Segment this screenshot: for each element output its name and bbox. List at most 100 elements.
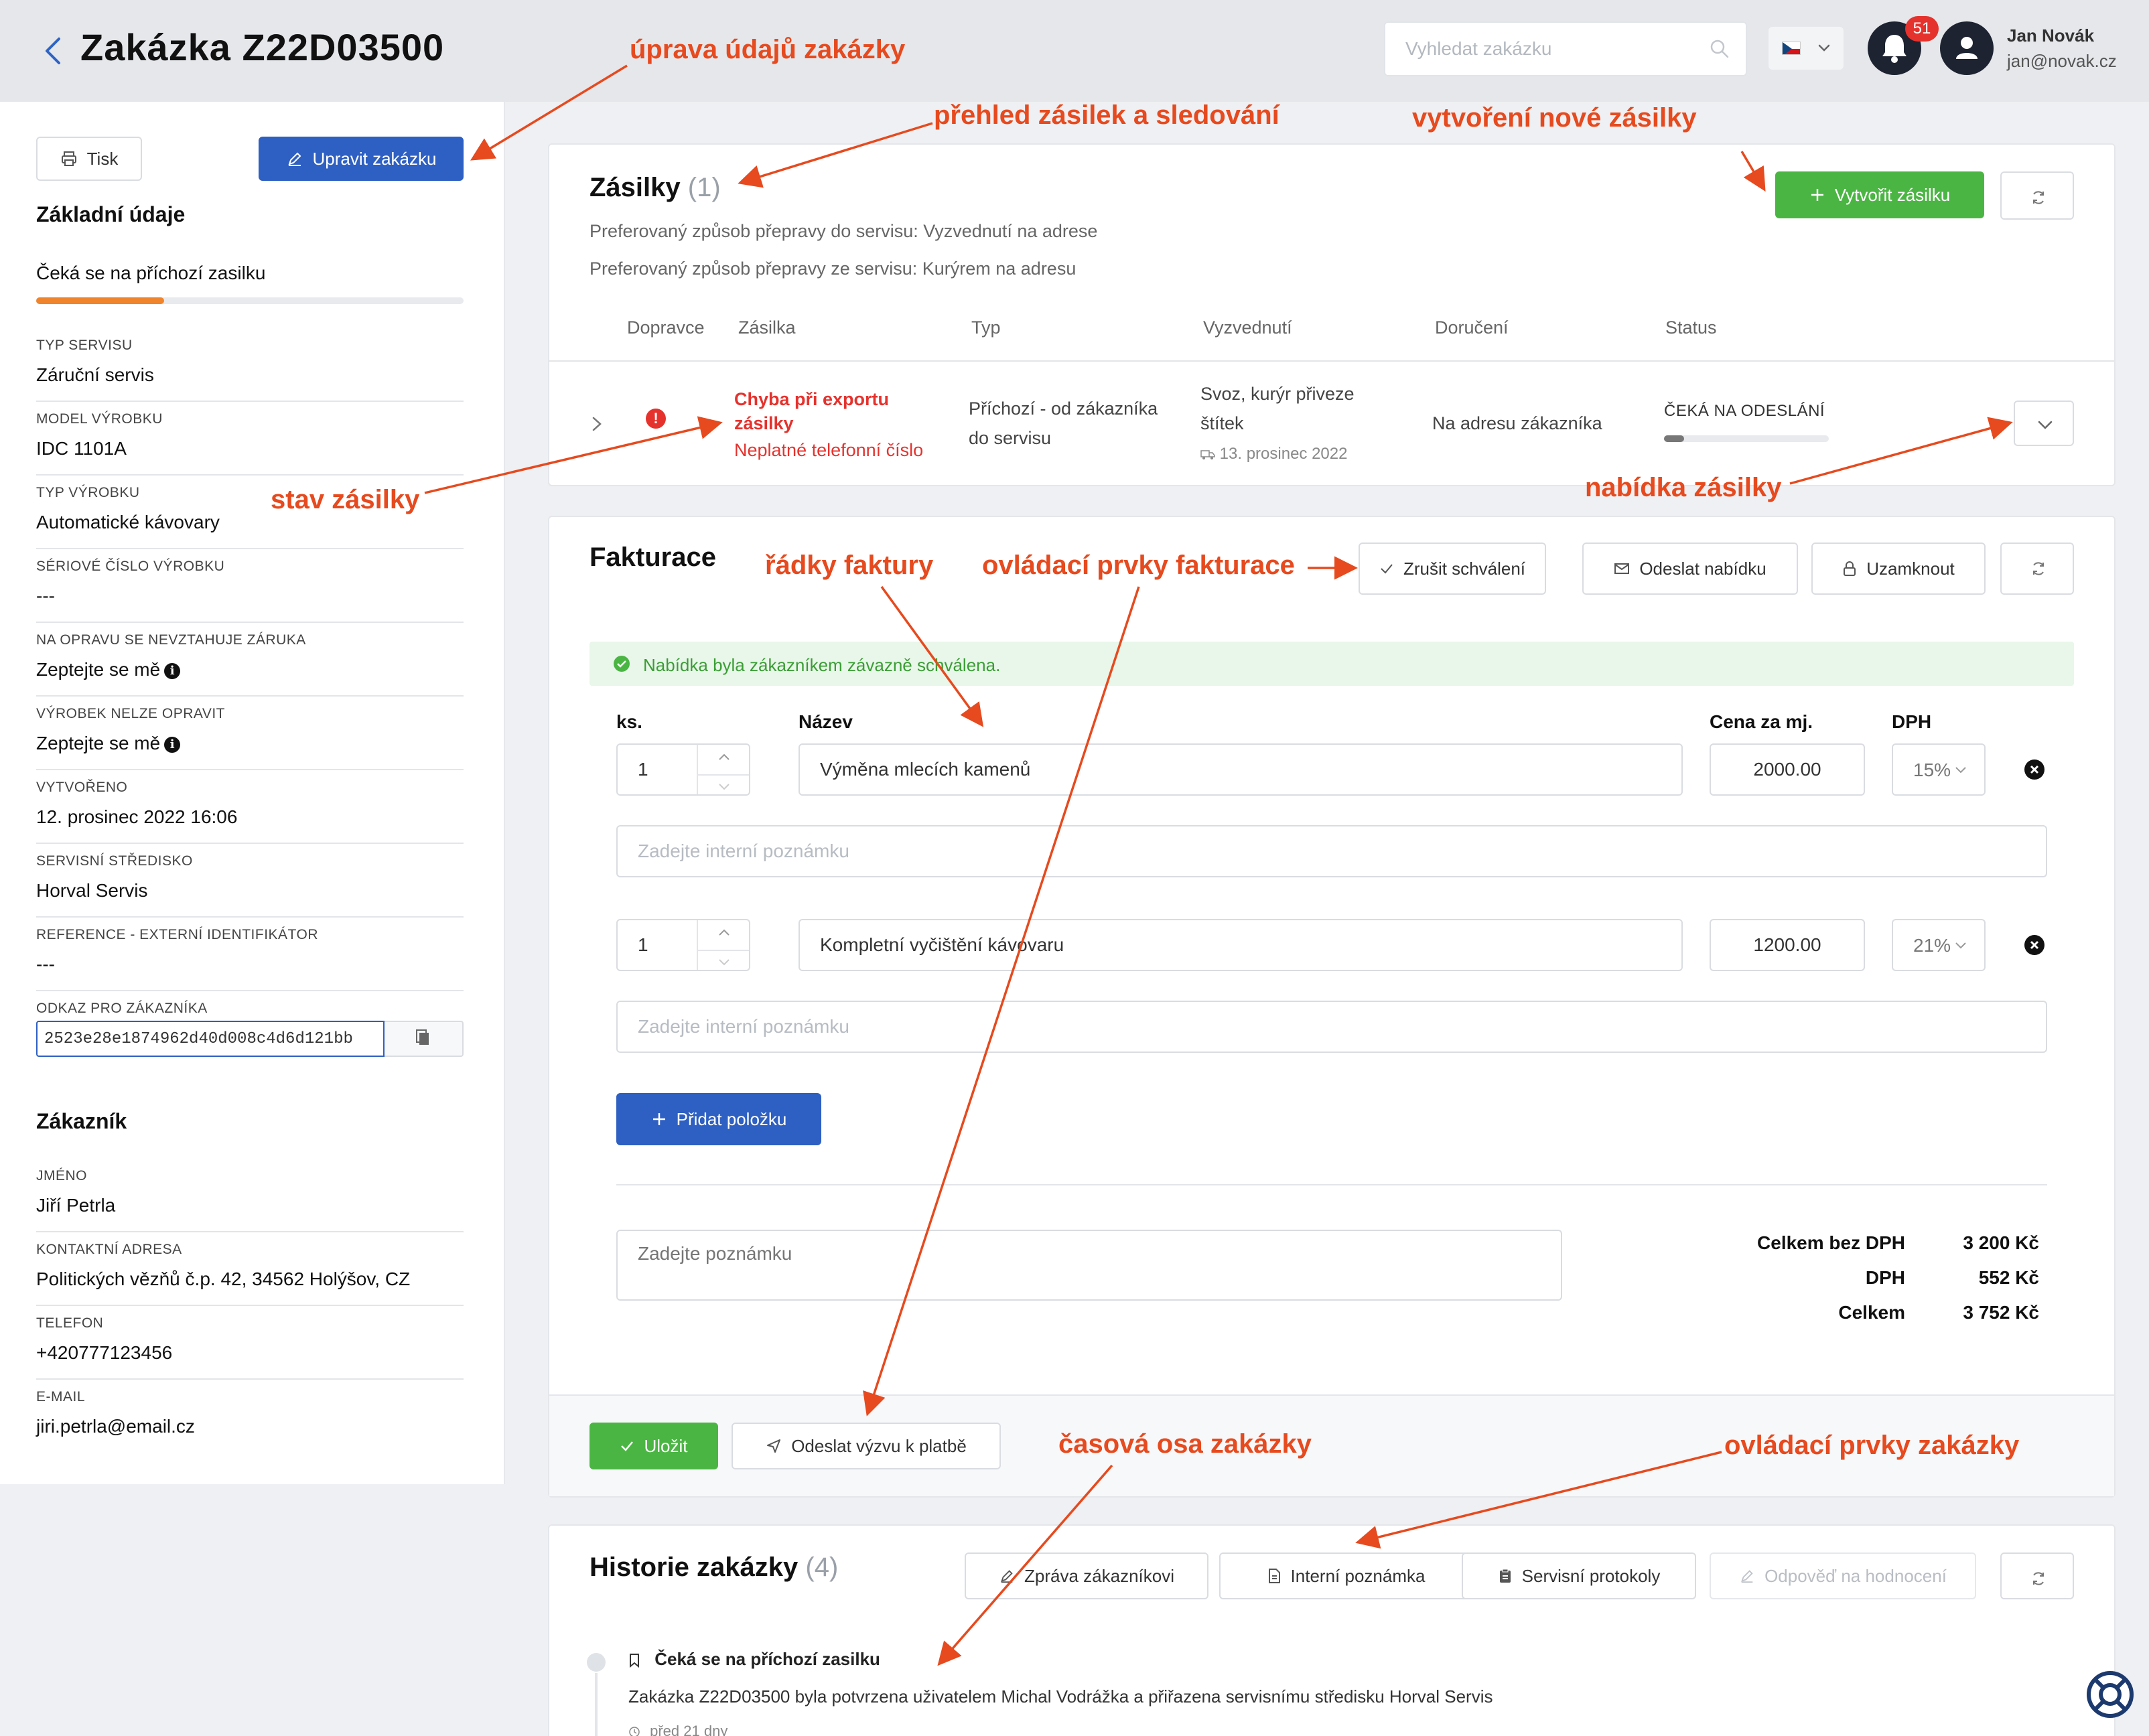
payment-request-button[interactable]: Odeslat výzvu k platbě bbox=[732, 1423, 1001, 1469]
item-name-input[interactable] bbox=[800, 745, 1681, 794]
info-icon[interactable]: i bbox=[164, 662, 181, 679]
field-label: Na opravu se nevztahuje záruka bbox=[36, 632, 306, 648]
timeline-line bbox=[595, 1673, 598, 1736]
item-name-field[interactable] bbox=[799, 743, 1683, 796]
pref-transport-to: Preferovaný způsob přepravy do servisu: … bbox=[590, 221, 1098, 241]
item-price-field[interactable] bbox=[1710, 919, 1865, 971]
send-offer-button[interactable]: Odeslat nabídku bbox=[1582, 542, 1798, 595]
support-lifebuoy-icon[interactable] bbox=[2085, 1669, 2136, 1720]
search-input[interactable] bbox=[1405, 23, 1700, 75]
history-refresh-button[interactable] bbox=[2000, 1552, 2074, 1599]
item-qty-stepper[interactable] bbox=[616, 919, 750, 971]
search-icon bbox=[1710, 40, 1729, 58]
total-label: Celkem bez DPH bbox=[1757, 1232, 1905, 1253]
item-internal-note-input[interactable] bbox=[618, 826, 2046, 876]
cancel-approval-label: Zrušit schválení bbox=[1403, 558, 1526, 579]
field-label: Reference - externí identifikátor bbox=[36, 927, 318, 942]
chevron-down-icon bbox=[1818, 44, 1830, 52]
check-circle-icon bbox=[614, 656, 630, 672]
message-customer-button[interactable]: Zpráva zákazníkovi bbox=[965, 1552, 1208, 1599]
lock-button[interactable]: Uzamknout bbox=[1811, 542, 1986, 595]
back-chevron-icon[interactable] bbox=[35, 32, 72, 70]
customer-field-label: Telefon bbox=[36, 1315, 104, 1331]
total-value: 3 752 Kč bbox=[1963, 1302, 2039, 1323]
shipment-error-title: Chyba při exportu zásilky bbox=[734, 384, 889, 438]
total-label: Celkem bbox=[1838, 1302, 1905, 1323]
remove-item-icon[interactable] bbox=[2024, 935, 2044, 955]
print-button[interactable]: Tisk bbox=[36, 137, 142, 181]
field-value: --- bbox=[36, 954, 55, 975]
annotation-new-shipment: vytvoření nové zásilky bbox=[1412, 103, 1697, 133]
chevron-up-icon bbox=[719, 753, 730, 760]
item-price-input[interactable] bbox=[1711, 745, 1864, 794]
search-box[interactable] bbox=[1384, 21, 1747, 76]
shipments-col-header: Vyzvednutí bbox=[1203, 317, 1292, 338]
field-divider bbox=[36, 769, 464, 770]
pencil-icon bbox=[287, 152, 301, 166]
service-protocols-button[interactable]: Servisní protokoly bbox=[1462, 1552, 1696, 1599]
shipments-header-divider bbox=[549, 360, 2114, 362]
create-shipment-label: Vytvořit zásilku bbox=[1834, 184, 1951, 205]
shipments-title-text: Zásilky bbox=[590, 173, 681, 202]
item-internal-note-input[interactable] bbox=[618, 1002, 2046, 1052]
item-internal-note-field[interactable] bbox=[616, 825, 2047, 877]
invoice-note-field[interactable] bbox=[616, 1230, 1562, 1301]
item-name-input[interactable] bbox=[800, 920, 1681, 970]
save-button[interactable]: Uložit bbox=[590, 1423, 718, 1469]
field-value-text: Horval Servis bbox=[36, 880, 148, 901]
user-avatar[interactable] bbox=[1940, 21, 1994, 75]
chevron-down-icon bbox=[719, 784, 730, 790]
copy-link-button[interactable] bbox=[385, 1021, 464, 1057]
shipment-pickup: Svoz, kurýr přiveze štítek bbox=[1200, 379, 1355, 438]
cancel-approval-button[interactable]: Zrušit schválení bbox=[1359, 542, 1546, 595]
user-name: Jan Novák bbox=[2007, 25, 2095, 46]
field-value: IDC 1101A bbox=[36, 438, 127, 459]
invoice-note-input[interactable] bbox=[618, 1231, 1561, 1299]
customer-field-value: Politických vězňů č.p. 42, 34562 Holýšov… bbox=[36, 1269, 411, 1289]
qty-spinner[interactable] bbox=[697, 920, 749, 970]
field-value: Automatické kávovary bbox=[36, 512, 220, 533]
field-value: Zeptejte se mě i bbox=[36, 733, 181, 754]
item-internal-note-field[interactable] bbox=[616, 1001, 2047, 1053]
field-divider bbox=[36, 843, 464, 844]
invoice-refresh-button[interactable] bbox=[2000, 542, 2074, 595]
order-status-progress-fill bbox=[36, 297, 165, 304]
customer-link-input[interactable] bbox=[38, 1022, 383, 1056]
field-divider bbox=[36, 916, 464, 918]
field-label: Sériové číslo výrobku bbox=[36, 559, 225, 574]
item-vat-select[interactable]: 15% bbox=[1892, 743, 1986, 796]
item-qty-input[interactable] bbox=[618, 920, 697, 970]
expand-row-chevron-icon[interactable] bbox=[590, 414, 604, 437]
field-value: Záruční servis bbox=[36, 364, 154, 386]
shipment-menu-button[interactable] bbox=[2014, 401, 2074, 446]
edit-order-button[interactable]: Upravit zakázku bbox=[259, 137, 464, 181]
customer-field-label: Kontaktní adresa bbox=[36, 1242, 182, 1257]
info-icon[interactable]: i bbox=[164, 736, 181, 753]
review-reply-button[interactable]: Odpověď na hodnocení bbox=[1710, 1552, 1976, 1599]
item-qty-input[interactable] bbox=[618, 745, 697, 794]
qty-spinner[interactable] bbox=[697, 745, 749, 794]
internal-note-button[interactable]: Interní poznámka bbox=[1219, 1552, 1472, 1599]
remove-item-icon[interactable] bbox=[2024, 760, 2044, 780]
create-shipment-button[interactable]: Vytvořit zásilku bbox=[1775, 171, 1984, 218]
customer-field-divider bbox=[36, 1231, 464, 1232]
shipments-count: (1) bbox=[687, 173, 721, 202]
field-value-text: --- bbox=[36, 954, 55, 974]
item-price-input[interactable] bbox=[1711, 920, 1864, 970]
shipment-error-detail: Neplatné telefonní číslo bbox=[734, 440, 924, 460]
item-vat-select[interactable]: 21% bbox=[1892, 919, 1986, 971]
field-value-text: Automatické kávovary bbox=[36, 512, 220, 532]
item-qty-stepper[interactable] bbox=[616, 743, 750, 796]
shipments-refresh-button[interactable] bbox=[2000, 171, 2074, 220]
check-icon bbox=[621, 1441, 634, 1451]
item-name-field[interactable] bbox=[799, 919, 1683, 971]
field-value-text: Záruční servis bbox=[36, 364, 154, 385]
customer-field-label: E-mail bbox=[36, 1389, 86, 1404]
customer-field-value: jiri.petrla@email.cz bbox=[36, 1416, 195, 1437]
customer-link-field[interactable] bbox=[36, 1021, 385, 1057]
item-price-field[interactable] bbox=[1710, 743, 1865, 796]
add-item-button[interactable]: Přidat položku bbox=[616, 1093, 821, 1145]
clipboard-icon bbox=[1499, 1569, 1511, 1583]
print-label: Tisk bbox=[86, 148, 119, 169]
language-select[interactable] bbox=[1769, 27, 1844, 70]
